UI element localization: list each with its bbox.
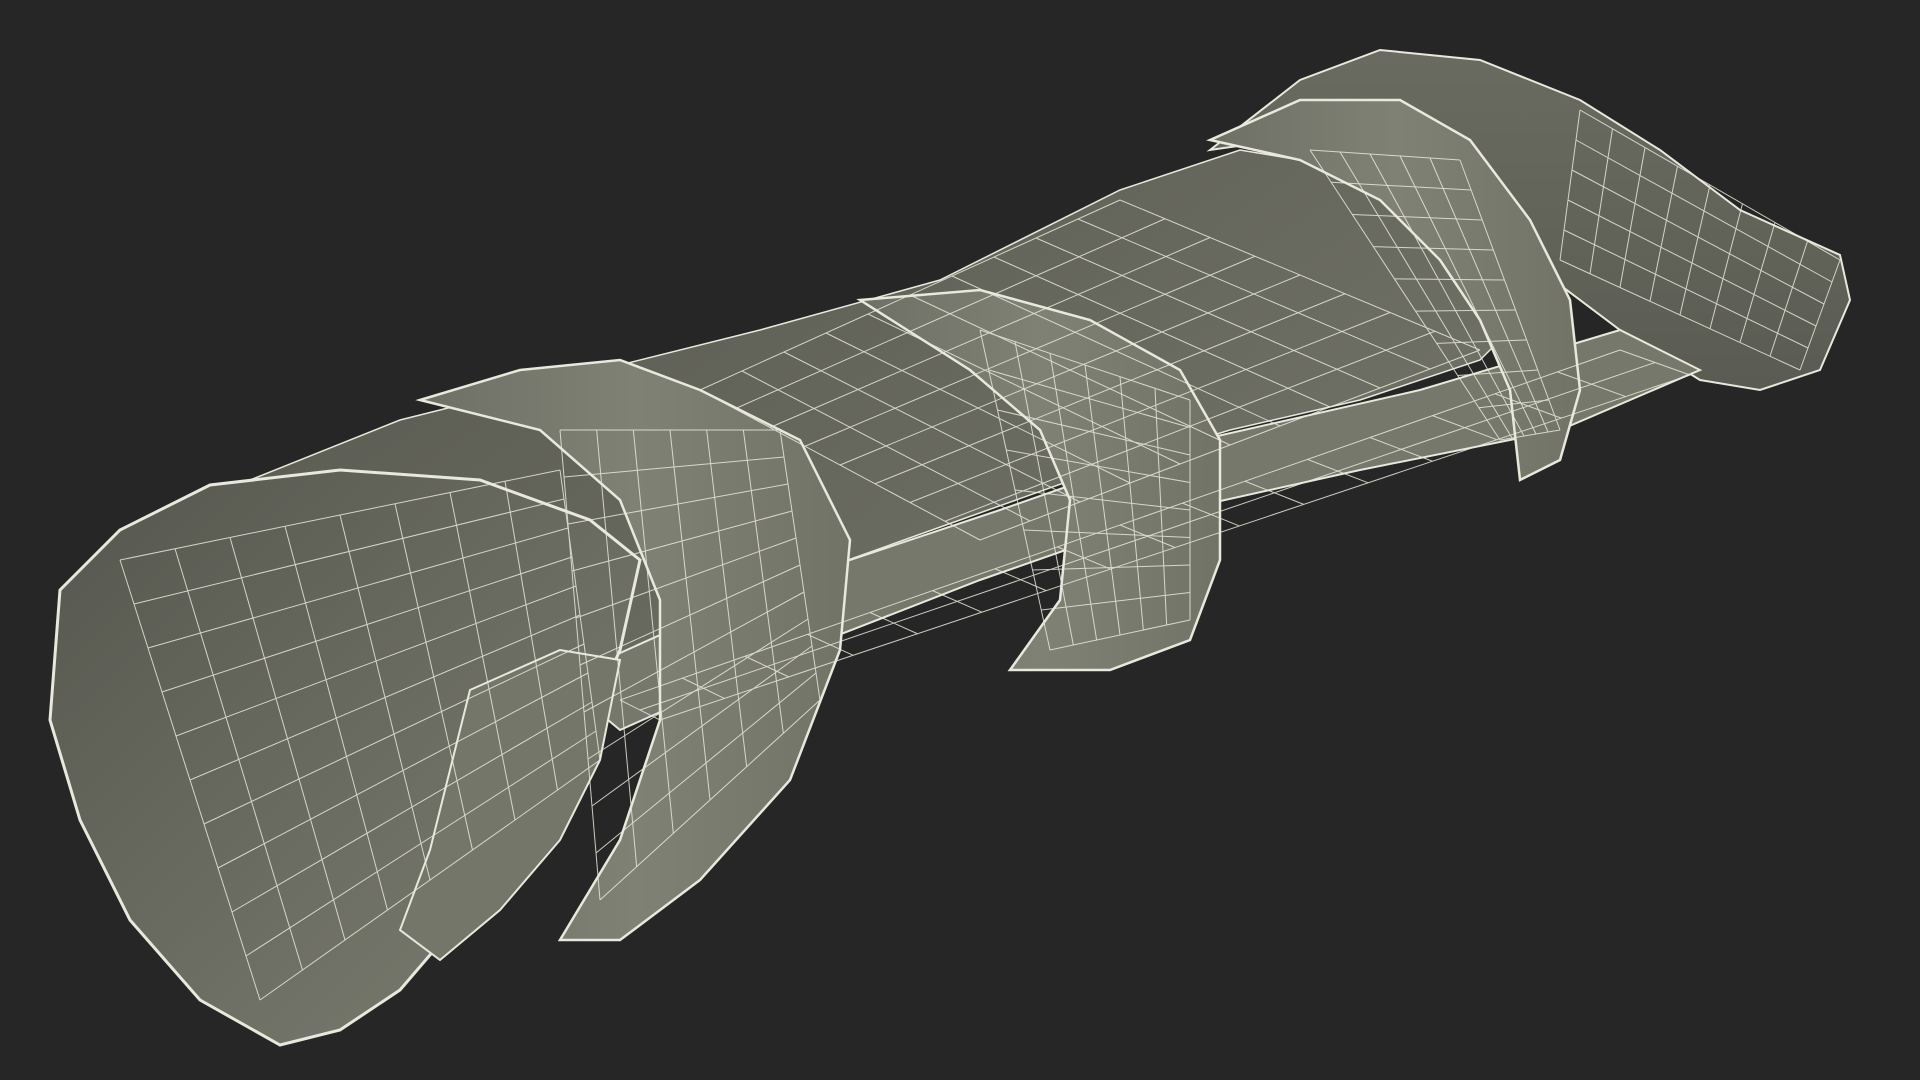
wireframe-render [48,48,1852,1047]
wireframe-viewport[interactable] [0,0,1920,1080]
